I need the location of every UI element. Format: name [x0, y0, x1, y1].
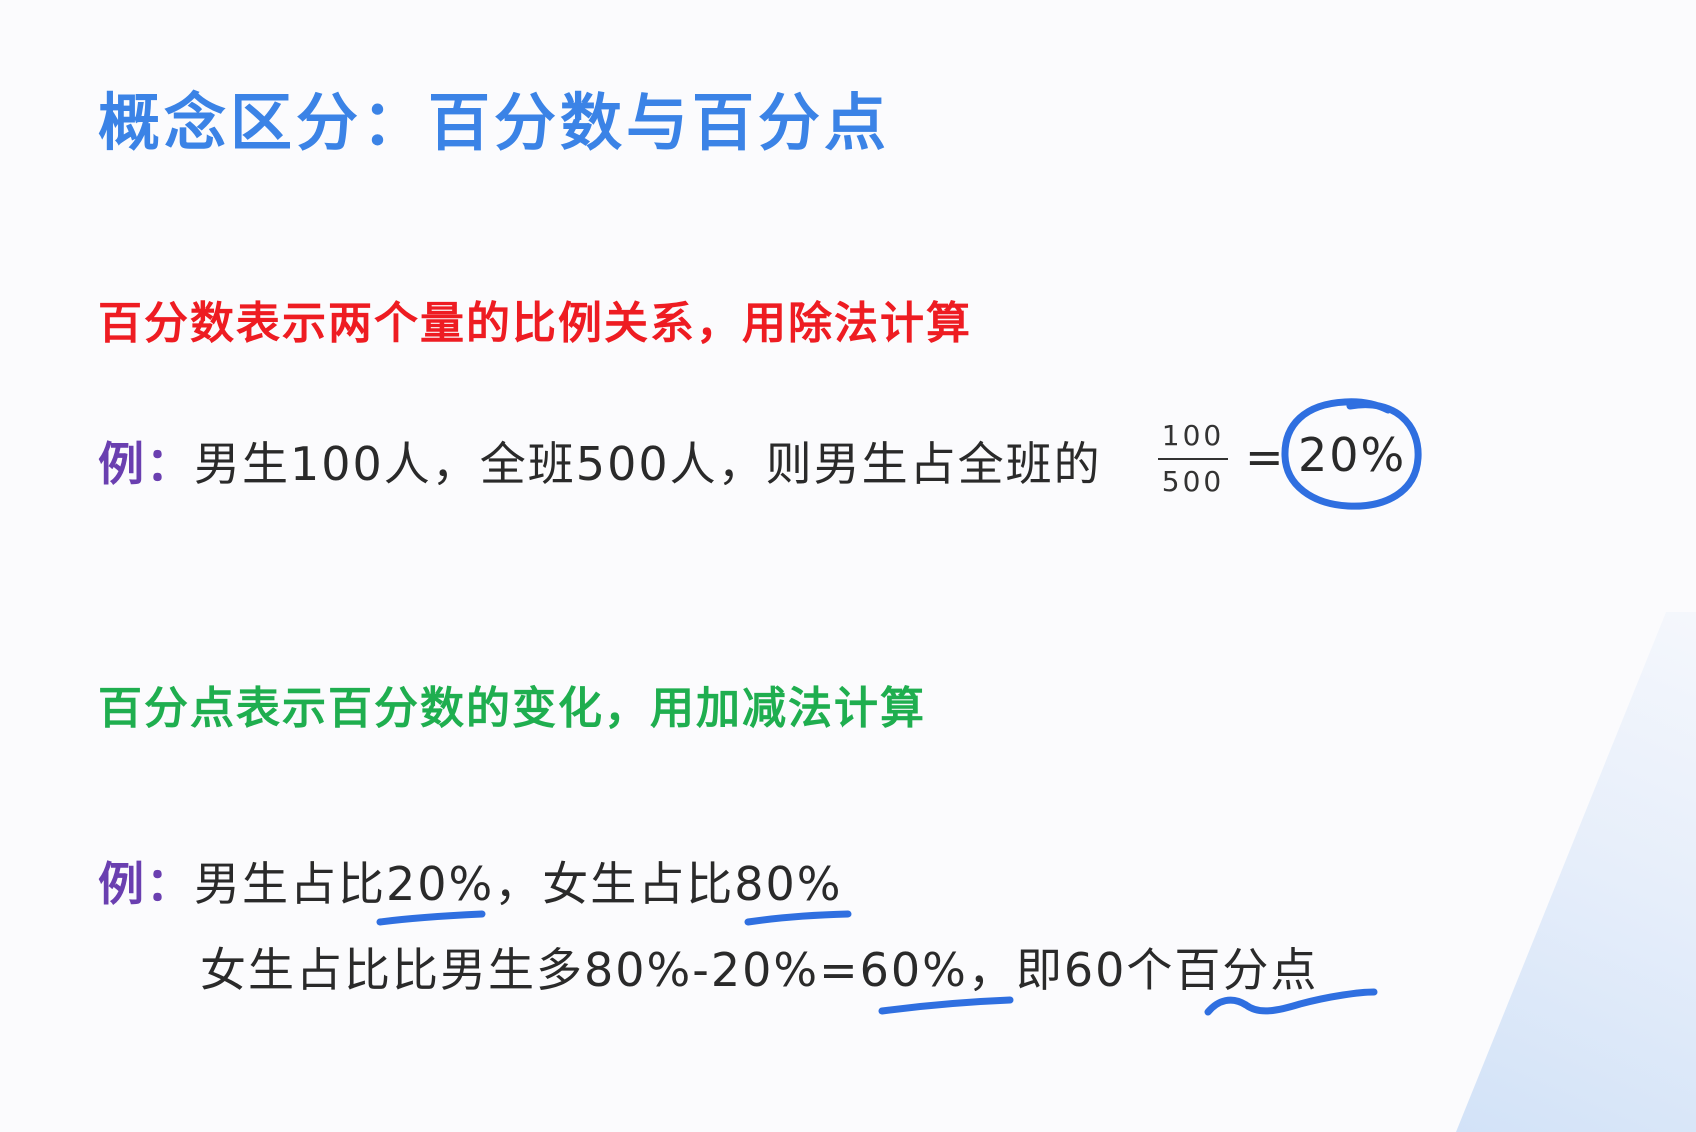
example-2-line-2: 女生占比比男生多80%-20%=60%，即60个百分点 [200, 943, 1319, 997]
fraction-bar [1158, 458, 1228, 460]
example-2-text-1: 男生占比20%，女生占比80% [194, 857, 843, 911]
example-1-result: 20% [1298, 428, 1407, 482]
background-decoration [1456, 612, 1696, 1132]
example-1: 例：男生100人，全班500人，则男生占全班的 [98, 428, 1102, 494]
percentage-point-rule: 百分点表示百分数的变化，用加减法计算 [98, 683, 926, 734]
fraction-denominator: 500 [1161, 465, 1225, 498]
underline-20-percent [376, 910, 486, 926]
example-2-line-1: 例：男生占比20%，女生占比80% [98, 848, 842, 914]
percentage-rule: 百分数表示两个量的比例关系，用除法计算 [98, 298, 972, 349]
fraction-numerator: 100 [1161, 419, 1225, 452]
equals-sign: = [1245, 430, 1284, 484]
handwritten-annotations [376, 398, 1422, 1016]
example-1-label: 例： [98, 437, 194, 491]
underline-80-percent [744, 910, 852, 926]
fraction: 100 500 [1158, 418, 1228, 500]
example-1-text: 男生100人，全班500人，则男生占全班的 [194, 437, 1102, 491]
page-title: 概念区分：百分数与百分点 [98, 86, 891, 159]
underline-60-percent [878, 996, 1014, 1015]
example-2-label: 例： [98, 857, 194, 911]
